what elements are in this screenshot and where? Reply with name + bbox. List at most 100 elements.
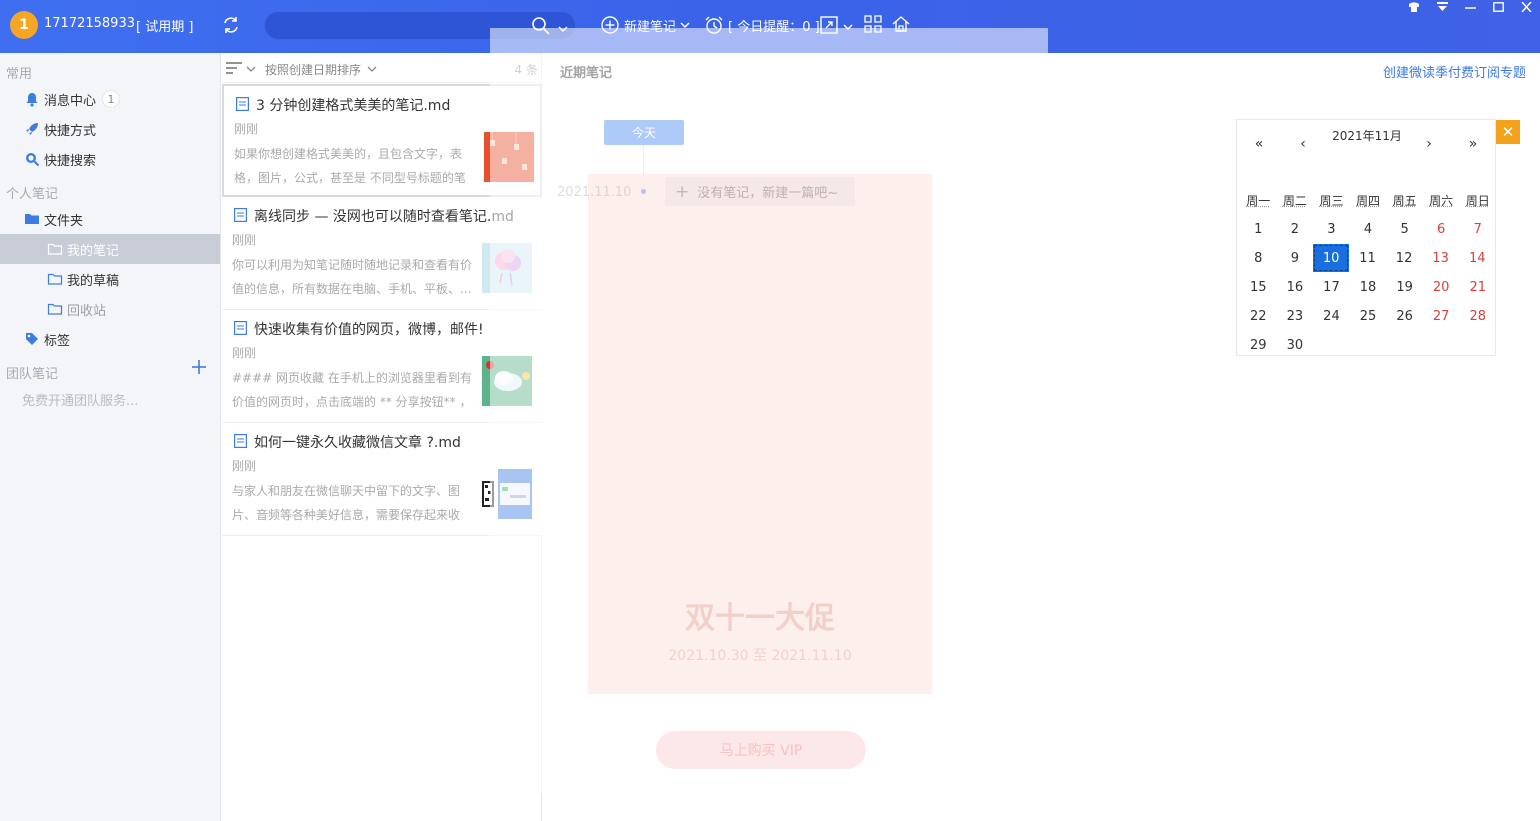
section-team: 团队笔记 <box>6 367 59 382</box>
account-name[interactable]: 17172158933 <box>44 16 135 31</box>
prev-year-button[interactable]: « <box>1251 136 1267 152</box>
calendar-day <box>1313 331 1350 360</box>
note-card[interactable]: 快速收集有价值的网页，微博，邮件! 刚刚 #### 网页收藏 在手机上的浏览器里… <box>222 310 542 423</box>
timeline-line <box>643 145 644 175</box>
calendar-day[interactable]: 4 <box>1350 215 1387 244</box>
sidebar-item-folders[interactable]: 文件夹 <box>0 204 220 234</box>
calendar-day[interactable]: 1 <box>1240 215 1277 244</box>
calendar-day[interactable]: 12 <box>1386 244 1423 273</box>
trial-badge[interactable]: [ 试用期 ] <box>136 16 193 35</box>
plus-circle-icon <box>600 15 620 35</box>
chevron-down-icon[interactable] <box>557 20 569 33</box>
calendar-day[interactable]: 16 <box>1277 273 1314 302</box>
chevron-down-icon[interactable] <box>246 63 256 73</box>
calendar-day[interactable]: 26 <box>1386 302 1423 331</box>
note-time: 刚刚 <box>232 346 257 360</box>
sidebar-item-my-notes[interactable]: 我的笔记 <box>0 234 220 264</box>
calendar-day[interactable]: 3 <box>1313 215 1350 244</box>
close-icon[interactable] <box>1512 0 1540 14</box>
expand-icon[interactable] <box>819 15 839 35</box>
sidebar-item-label: 我的草稿 <box>67 273 120 289</box>
calendar-week: 22 23 24 25 26 27 28 <box>1240 302 1496 331</box>
new-note-button[interactable]: 新建笔记 <box>600 14 691 36</box>
calendar-day <box>1423 331 1460 360</box>
calendar-day[interactable]: 9 <box>1277 244 1314 273</box>
note-time: 刚刚 <box>232 233 257 247</box>
sidebar-item-shortcuts[interactable]: 快捷方式 <box>0 114 220 144</box>
chevron-down-icon[interactable] <box>842 18 854 31</box>
calendar-day[interactable]: 23 <box>1277 302 1314 331</box>
calendar-day[interactable]: 20 <box>1423 273 1460 302</box>
calendar-day[interactable]: 6 <box>1423 215 1460 244</box>
calendar-day[interactable]: 2 <box>1277 215 1314 244</box>
add-team-icon[interactable] <box>191 359 207 375</box>
create-note-button[interactable]: + 没有笔记，新建一篇吧~ <box>665 177 855 206</box>
top-toolbar: 1 17172158933 [ 试用期 ] 新建笔记 [今日提醒：0] <box>0 0 1540 53</box>
rocket-icon <box>24 121 40 137</box>
sidebar-item-recycle[interactable]: 回收站 <box>0 294 220 324</box>
next-month-button[interactable]: › <box>1421 136 1437 152</box>
document-icon <box>236 96 250 112</box>
weekday-label: 周六 <box>1429 194 1454 208</box>
sync-icon[interactable] <box>220 14 242 36</box>
section-personal: 个人笔记 <box>6 187 59 202</box>
search-input[interactable] <box>264 11 576 40</box>
prev-month-button[interactable]: ‹ <box>1295 136 1311 152</box>
note-card[interactable]: 3 分钟创建格式美美的笔记.md 刚刚 如果你想创建格式美美的，且包含文字，表格… <box>222 84 542 197</box>
menu-icon[interactable] <box>1428 0 1456 14</box>
maximize-icon[interactable] <box>1484 0 1512 14</box>
calendar-day[interactable]: 24 <box>1313 302 1350 331</box>
calendar-day[interactable]: 27 <box>1423 302 1460 331</box>
calendar-day[interactable]: 29 <box>1240 331 1277 360</box>
sidebar-item-quick-search[interactable]: 快捷搜索 <box>0 144 220 174</box>
chevron-down-icon[interactable] <box>367 63 377 73</box>
reminder-label: [ 今日提醒：0 ] <box>728 19 820 35</box>
calendar-day[interactable]: 11 <box>1349 244 1386 273</box>
calendar-day[interactable]: 19 <box>1386 273 1423 302</box>
sidebar-item-messages[interactable]: 消息中心 1 <box>0 84 220 114</box>
calendar-day[interactable]: 5 <box>1386 215 1423 244</box>
calendar-day[interactable]: 15 <box>1240 273 1277 302</box>
sort-icon[interactable] <box>226 61 242 75</box>
calendar-day[interactable]: 28 <box>1459 302 1496 331</box>
sidebar-item-label: 快捷搜索 <box>44 153 97 169</box>
sort-dropdown[interactable]: 按照创建日期排序 <box>265 61 361 78</box>
weekday-label: 周四 <box>1356 194 1381 208</box>
close-calendar-button[interactable]: ✕ <box>1496 120 1520 144</box>
calendar-day[interactable]: 25 <box>1350 302 1387 331</box>
message-count-badge: 1 <box>102 90 121 108</box>
sidebar-item-label: 消息中心 <box>44 93 97 109</box>
skin-icon[interactable] <box>1400 0 1428 14</box>
user-avatar[interactable]: 1 <box>10 11 38 39</box>
timeline-date: 2021.11.10 <box>557 185 632 200</box>
folder-outline-icon <box>47 271 63 287</box>
grid-icon[interactable] <box>864 15 882 33</box>
today-button[interactable]: 今天 <box>604 120 684 145</box>
document-icon <box>234 433 248 449</box>
note-card[interactable]: 离线同步 — 没网也可以随时查看笔记.md 刚刚 你可以利用为知笔记随时随地记录… <box>222 197 542 310</box>
calendar-day[interactable]: 22 <box>1240 302 1277 331</box>
calendar-nav: « ‹ 2021年11月 › » <box>1237 128 1497 160</box>
calendar-day <box>1459 331 1496 360</box>
search-icon[interactable] <box>531 16 551 36</box>
note-card[interactable]: 如何一键永久收藏微信文章 ?.md 刚刚 与家人和朋友在微信聊天中留下的文字、图… <box>222 423 542 536</box>
sidebar-item-my-drafts[interactable]: 我的草稿 <box>0 264 220 294</box>
home-icon[interactable] <box>891 14 911 34</box>
calendar-day[interactable]: 8 <box>1240 244 1277 273</box>
minimize-icon[interactable] <box>1456 0 1484 14</box>
note-count: 4 条 <box>514 63 538 77</box>
calendar-day[interactable]: 13 <box>1422 244 1459 273</box>
calendar-day[interactable]: 18 <box>1350 273 1387 302</box>
team-service-hint[interactable]: 免费开通团队服务... <box>22 390 138 409</box>
calendar-day-selected[interactable]: 10 <box>1313 244 1350 272</box>
next-year-button[interactable]: » <box>1465 136 1481 152</box>
calendar-day[interactable]: 7 <box>1459 215 1496 244</box>
calendar-day[interactable]: 30 <box>1277 331 1314 360</box>
calendar-day[interactable]: 21 <box>1459 273 1496 302</box>
reminder-button[interactable]: [ 今日提醒：0 ] <box>704 14 820 36</box>
calendar-day[interactable]: 17 <box>1313 273 1350 302</box>
promo-link[interactable]: 创建微读季付费订阅专题 <box>1383 62 1526 81</box>
sidebar-item-tags[interactable]: 标签 <box>0 324 220 354</box>
plus-icon: + <box>675 181 690 202</box>
calendar-day[interactable]: 14 <box>1459 244 1496 273</box>
